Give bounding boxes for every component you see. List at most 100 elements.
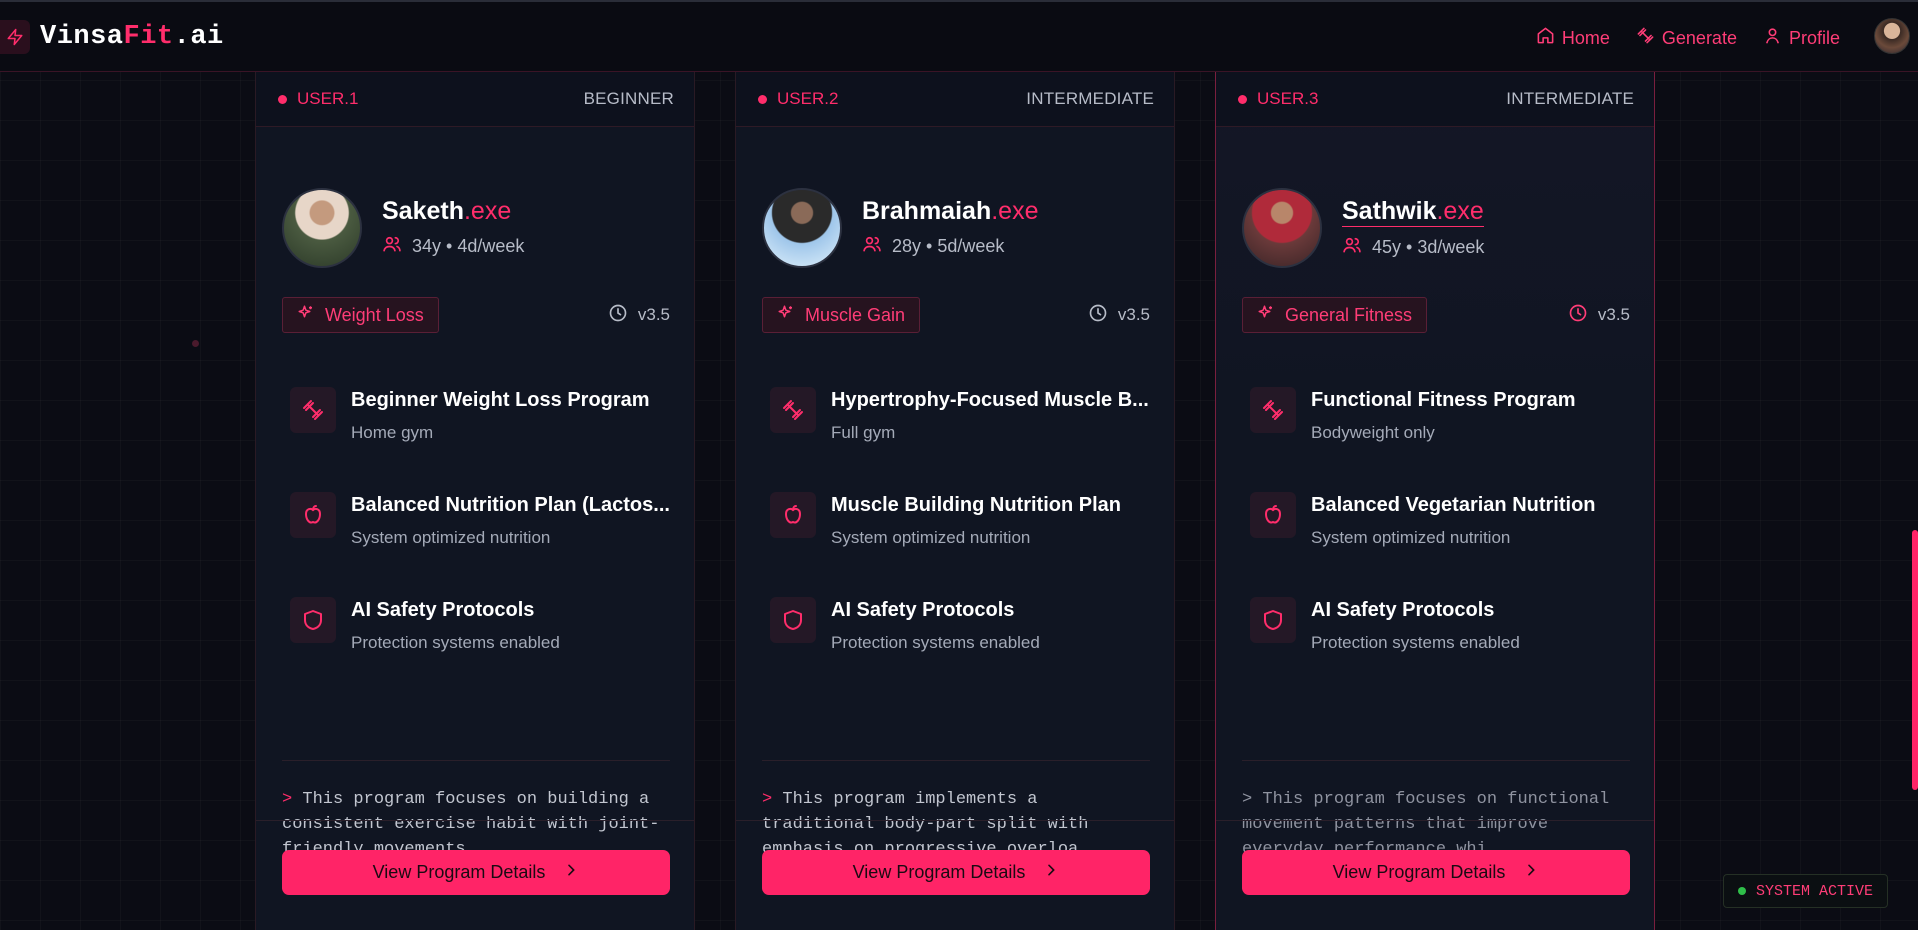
button-label: View Program Details [1332, 862, 1506, 882]
feature-subtitle: Protection systems enabled [1311, 633, 1520, 652]
version-info: v3.5 [608, 303, 670, 328]
user-id: USER.2 [758, 89, 838, 109]
feature-title: Muscle Building Nutrition Plan [831, 494, 1121, 516]
nav-profile-link[interactable]: Profile [1763, 26, 1840, 50]
nav-generate-label: Generate [1661, 27, 1737, 48]
profile-name: Sathwik.exe [1342, 196, 1484, 227]
user-avatar[interactable] [1874, 18, 1910, 54]
program-card: USER.1 BEGINNER Saketh.exe 34y • 4d/week… [255, 72, 695, 930]
list-item: AI Safety Protocols Protection systems en… [290, 597, 674, 702]
profile-name: Brahmaiah.exe [862, 197, 1039, 225]
profile-meta: 34y • 4d/week [382, 234, 524, 259]
system-status-badge: SYSTEM ACTIVE [1722, 874, 1888, 908]
version-label: v3.5 [1117, 305, 1150, 324]
profile-block: Saketh.exe 34y • 4d/week [282, 188, 524, 268]
list-item: AI Safety Protocols Protection systems en… [770, 597, 1154, 702]
list-item: Beginner Weight Loss Program Home gym [290, 387, 674, 492]
feature-list: Beginner Weight Loss Program Home gym Bal… [290, 387, 674, 702]
feature-title: Balanced Vegetarian Nutrition [1311, 494, 1596, 516]
feature-title: Beginner Weight Loss Program [351, 389, 650, 411]
shield-icon [1250, 597, 1296, 643]
profile-meta: 45y • 3d/week [1342, 235, 1484, 260]
user-id-label: USER.3 [1257, 89, 1319, 108]
version-label: v3.5 [1597, 305, 1630, 324]
zap-icon [0, 20, 30, 54]
top-navbar: VinsaFit.ai Home Generate Profile [0, 2, 1918, 72]
goal-tag: Weight Loss [282, 297, 439, 333]
goal-tag: General Fitness [1242, 297, 1428, 333]
feature-title: Balanced Nutrition Plan (Lactos... [351, 494, 670, 516]
divider [762, 760, 1150, 761]
divider [736, 820, 1174, 821]
profile-meta-text: 45y • 3d/week [1372, 236, 1485, 257]
feature-subtitle: Home gym [351, 423, 434, 442]
divider [1216, 820, 1654, 821]
profile-meta-text: 34y • 4d/week [412, 236, 525, 256]
level-badge: INTERMEDIATE [1506, 89, 1634, 108]
avatar [282, 188, 362, 268]
feature-title: AI Safety Protocols [1311, 599, 1495, 621]
button-label: View Program Details [852, 862, 1026, 882]
user-id: USER.3 [1238, 89, 1318, 109]
divider [282, 760, 670, 761]
goal-tag-label: Muscle Gain [805, 304, 906, 325]
nav-profile-label: Profile [1788, 27, 1840, 48]
nav-generate-link[interactable]: Generate [1636, 26, 1737, 50]
view-program-details-button[interactable]: View Program Details [282, 850, 670, 895]
page-scrollbar[interactable] [1912, 530, 1918, 790]
main-nav: Home Generate Profile [1536, 26, 1840, 50]
status-dot [1238, 94, 1247, 104]
clock-icon [1568, 303, 1588, 328]
dumbbell-icon [1250, 387, 1296, 433]
tag-row: Weight Loss v3.5 [282, 297, 670, 333]
feature-list: Functional Fitness Program Bodyweight onl… [1250, 387, 1634, 702]
dumbbell-icon [770, 387, 816, 433]
profile-block: Brahmaiah.exe 28y • 5d/week [762, 188, 1038, 268]
user-id: USER.1 [278, 89, 358, 109]
users-icon [862, 234, 882, 259]
view-program-details-button[interactable]: View Program Details [1242, 850, 1630, 895]
goal-tag: Muscle Gain [762, 297, 921, 333]
apple-icon [770, 492, 816, 538]
users-icon [1342, 235, 1362, 260]
chevron-right-icon [1523, 862, 1539, 883]
feature-subtitle: Bodyweight only [1311, 423, 1435, 442]
feature-list: Hypertrophy-Focused Muscle B... Full gym … [770, 387, 1154, 702]
status-dot [758, 94, 767, 104]
list-item: Functional Fitness Program Bodyweight onl… [1250, 387, 1634, 492]
view-program-details-button[interactable]: View Program Details [762, 850, 1150, 895]
feature-subtitle: Protection systems enabled [831, 633, 1040, 652]
list-item: Muscle Building Nutrition Plan System opt… [770, 492, 1154, 597]
program-card: USER.3 INTERMEDIATE Sathwik.exe 45y • 3d… [1215, 72, 1655, 930]
clock-icon [608, 303, 628, 328]
status-dot [1737, 887, 1746, 895]
dumbbell-icon [290, 387, 336, 433]
apple-icon [290, 492, 336, 538]
feature-subtitle: System optimized nutrition [351, 528, 551, 547]
user-id-label: USER.1 [297, 89, 359, 108]
shield-icon [290, 597, 336, 643]
profile-meta: 28y • 5d/week [862, 234, 1038, 259]
version-info: v3.5 [1088, 303, 1150, 328]
feature-subtitle: Full gym [831, 423, 896, 442]
clock-icon [1088, 303, 1108, 328]
app-logo[interactable]: VinsaFit.ai [0, 20, 224, 54]
avatar [762, 188, 842, 268]
chevron-right-icon [563, 862, 579, 883]
feature-subtitle: System optimized nutrition [831, 528, 1031, 547]
feature-subtitle: Protection systems enabled [351, 633, 560, 652]
sparkles-icon [1257, 304, 1275, 327]
level-badge: BEGINNER [583, 89, 674, 108]
nav-home-link[interactable]: Home [1536, 26, 1610, 50]
card-header: USER.1 BEGINNER [256, 72, 694, 127]
users-icon [382, 234, 402, 259]
level-badge: INTERMEDIATE [1026, 89, 1154, 108]
tag-row: Muscle Gain v3.5 [762, 297, 1150, 333]
app-title: VinsaFit.ai [40, 22, 224, 52]
feature-subtitle: System optimized nutrition [1311, 528, 1511, 547]
shield-icon [770, 597, 816, 643]
program-card: USER.2 INTERMEDIATE Brahmaiah.exe 28y • … [735, 72, 1175, 930]
avatar [1242, 188, 1322, 268]
divider [1242, 760, 1630, 761]
nav-home-label: Home [1561, 27, 1610, 48]
